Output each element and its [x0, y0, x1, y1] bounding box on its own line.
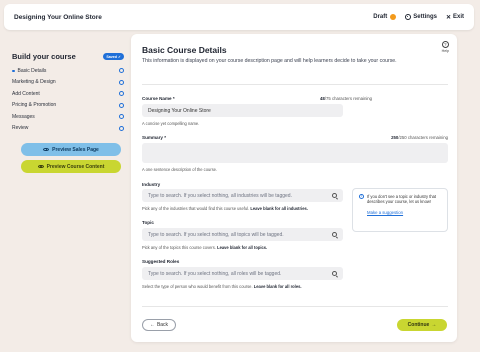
sidebar-item-messages[interactable]: Messages — [12, 111, 124, 123]
sidebar-item-label: Marketing & Design — [12, 79, 56, 86]
info-row: i If you don't see a topic or industry t… — [359, 194, 441, 205]
sidebar-item-add-content[interactable]: Add Content — [12, 88, 124, 100]
roles-search-input[interactable]: Type to search. If you select nothing, a… — [142, 267, 343, 280]
preview-sales-page-button[interactable]: Preview Sales Page — [21, 143, 121, 156]
search-icon — [332, 193, 337, 198]
sidebar-item-label: Add Content — [12, 90, 40, 97]
course-name-value: Designing Your Online Store — [148, 107, 211, 114]
step-circle-icon — [119, 91, 124, 97]
topic-label: Topic — [142, 220, 154, 225]
course-title: Designing Your Online Store — [14, 13, 102, 21]
sidebar: Build your course Saved ✓ Basic Details … — [12, 52, 124, 173]
topic-hint: Pick any of the topics this course cover… — [142, 245, 267, 250]
course-name-counter: 48/75 characters remaining — [320, 96, 372, 101]
page-title: Basic Course Details — [142, 45, 227, 55]
active-bullet-icon — [12, 69, 15, 72]
arrow-right-icon: → — [431, 322, 437, 328]
draft-status[interactable]: Draft — [373, 14, 397, 20]
info-text: If you don't see a topic or industry tha… — [367, 194, 437, 205]
step-circle-icon — [119, 68, 124, 74]
top-actions: Draft Settings ✕ Exit — [373, 14, 464, 21]
roles-hint-bold: Leave blank for all roles. — [253, 284, 302, 289]
summary-textarea[interactable] — [142, 143, 448, 163]
back-button[interactable]: ← Back — [142, 319, 176, 331]
sidebar-item-label: Basic Details — [17, 67, 47, 74]
course-name-input[interactable]: Designing Your Online Store — [142, 104, 343, 117]
step-circle-icon — [119, 102, 124, 108]
eye-icon — [43, 147, 50, 152]
help-button[interactable]: ? Help — [442, 41, 449, 53]
sidebar-item-label: Pricing & Promotion — [12, 102, 57, 109]
preview-course-content-button[interactable]: Preview Course Content — [21, 160, 121, 173]
sidebar-title: Build your course — [12, 52, 76, 61]
sidebar-item-label: Messages — [12, 113, 35, 120]
divider — [142, 84, 448, 85]
topic-hint-bold: Leave blank for all topics. — [217, 245, 268, 250]
divider — [142, 306, 448, 307]
continue-button[interactable]: Continue → — [397, 319, 447, 331]
draft-label: Draft — [373, 14, 388, 20]
saved-badge: Saved ✓ — [103, 53, 124, 60]
course-name-counter-text: /75 characters remaining — [324, 96, 373, 101]
roles-label: Suggested Roles — [142, 259, 180, 264]
close-icon: ✕ — [445, 14, 451, 21]
industry-hint: Pick any of the industries that would fi… — [142, 206, 308, 211]
course-name-hint: A concise yet compelling name. — [142, 121, 200, 126]
step-circle-icon — [119, 79, 124, 85]
course-name-label: Course Name * — [142, 96, 175, 101]
search-icon — [332, 271, 337, 276]
info-icon: i — [359, 194, 364, 200]
help-label: Help — [441, 49, 449, 53]
industry-label: Industry — [142, 182, 161, 187]
summary-hint: A one sentence description of the course… — [142, 167, 218, 172]
sidebar-item-pricing-promotion[interactable]: Pricing & Promotion — [12, 100, 124, 112]
settings-label: Settings — [413, 14, 437, 20]
industry-search-input[interactable]: Type to search. If you select nothing, a… — [142, 189, 343, 202]
sidebar-item-review[interactable]: Review — [12, 123, 124, 135]
roles-placeholder: Type to search. If you select nothing, a… — [148, 270, 282, 277]
sidebar-header: Build your course Saved ✓ — [12, 52, 124, 61]
sidebar-item-marketing-design[interactable]: Marketing & Design — [12, 77, 124, 89]
settings-button[interactable]: Settings — [405, 14, 437, 20]
step-circle-icon — [119, 125, 124, 131]
question-icon: ? — [441, 41, 449, 48]
topic-search-input[interactable]: Type to search. If you select nothing, a… — [142, 228, 343, 241]
draft-dot-icon — [390, 14, 397, 20]
preview-content-label: Preview Course Content — [46, 163, 105, 170]
roles-hint: Select the type of person who would bene… — [142, 284, 302, 289]
sidebar-item-basic-details[interactable]: Basic Details — [12, 65, 124, 77]
summary-label: Summary * — [142, 135, 167, 140]
sidebar-item-label: Review — [12, 125, 29, 132]
exit-label: Exit — [452, 14, 464, 20]
back-label: Back — [156, 322, 169, 328]
preview-sales-label: Preview Sales Page — [52, 146, 99, 153]
topic-hint-text: Pick any of the topics this course cover… — [142, 245, 216, 250]
arrow-left-icon: ← — [149, 322, 155, 328]
summary-counter-text: /250 characters remaining — [398, 135, 448, 140]
exit-button[interactable]: ✕ Exit — [446, 14, 464, 21]
industry-hint-bold: Leave blank for all industries. — [250, 206, 308, 211]
summary-counter: 250/250 characters remaining — [391, 135, 448, 140]
continue-label: Continue — [407, 322, 430, 328]
top-bar: Designing Your Online Store Draft Settin… — [4, 4, 474, 30]
search-icon — [332, 232, 337, 237]
gear-icon — [405, 14, 412, 20]
eye-icon — [37, 164, 44, 169]
basic-details-card: Basic Course Details This information is… — [131, 34, 457, 342]
roles-hint-text: Select the type of person who would bene… — [142, 284, 253, 289]
page-description: This information is displayed on your co… — [142, 58, 397, 64]
industry-hint-text: Pick any of the industries that would fi… — [142, 206, 250, 211]
industry-placeholder: Type to search. If you select nothing, a… — [148, 192, 292, 199]
suggestion-info-box: i If you don't see a topic or industry t… — [352, 188, 448, 232]
step-circle-icon — [119, 114, 124, 120]
topic-placeholder: Type to search. If you select nothing, a… — [148, 231, 284, 238]
make-suggestion-link[interactable]: Make a suggestion — [367, 210, 441, 215]
